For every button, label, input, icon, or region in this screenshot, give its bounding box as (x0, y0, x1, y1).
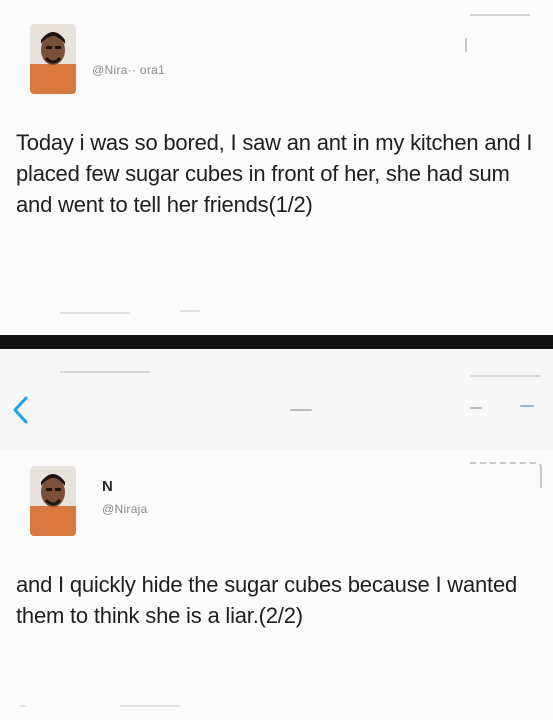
avatar[interactable] (30, 24, 76, 94)
timestamp-blur (180, 310, 200, 312)
tweet-card-1[interactable]: @Nira·· ora1 Today i was so bored, I saw… (0, 0, 553, 335)
avatar[interactable] (30, 466, 76, 536)
tweet-text: and I quickly hide the sugar cubes becau… (16, 572, 518, 628)
display-name[interactable]: N (102, 478, 113, 495)
timestamp-blur (60, 312, 130, 314)
tweet-text: Today i was so bored, I saw an ant in my… (16, 130, 533, 217)
blur-line (520, 405, 534, 407)
blur-line (60, 371, 150, 373)
chevron-left-icon[interactable] (8, 394, 34, 426)
timestamp-blur (20, 705, 26, 707)
blur-line (470, 407, 482, 409)
handle[interactable]: @Nira·· ora1 (92, 63, 165, 77)
blur-line (470, 14, 530, 16)
timestamp-blur (120, 705, 180, 707)
blur-line (470, 375, 540, 377)
follow-button-blur[interactable] (470, 462, 542, 488)
nav-bar (0, 349, 553, 450)
handle[interactable]: @Niraja (102, 502, 148, 516)
screenshot-divider (0, 335, 553, 349)
blur-line (290, 409, 312, 411)
follow-button-blur[interactable] (465, 38, 467, 52)
